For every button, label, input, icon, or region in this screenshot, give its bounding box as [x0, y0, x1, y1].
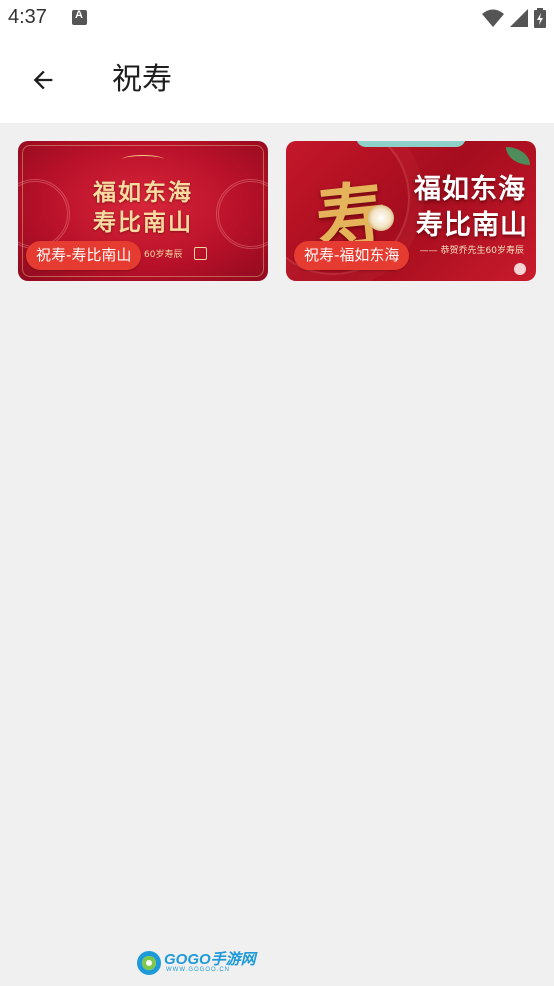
app-bar: 祝寿: [0, 38, 554, 123]
pine-leaf-icon: [506, 147, 530, 165]
text-a-icon: [72, 9, 87, 25]
watermark-url: WWW.GOGOO.CN: [166, 967, 230, 973]
template-label: 祝寿-福如东海: [294, 241, 410, 270]
arrow-left-icon: [33, 70, 53, 90]
template-label: 祝寿-寿比南山: [26, 241, 142, 270]
gogo-logo-icon: [137, 951, 161, 975]
template-card-shoubinanshan[interactable]: 福如东海 寿比南山 60岁寿辰 祝寿-寿比南山: [18, 141, 268, 281]
template-card-furudonghai[interactable]: 寿 福如东海 寿比南山 —— 恭贺乔先生60岁寿辰 祝寿-福如东海: [286, 141, 536, 281]
status-time: 4:37: [8, 6, 47, 28]
banner-caption: 60岁寿辰: [144, 250, 183, 260]
site-watermark: GOGO手游网 WWW.GOGOO.CN: [137, 950, 256, 976]
banner-line-1: 福如东海: [414, 174, 526, 205]
wifi-icon: [482, 9, 504, 27]
seal-icon: [194, 247, 207, 260]
status-icons: [476, 8, 546, 28]
cloud-ornament-icon: [122, 155, 164, 164]
banner-line-1: 福如东海: [93, 179, 193, 206]
watermark-brand: GOGO手游网: [164, 951, 256, 968]
cloud-ornament-icon: [356, 141, 466, 147]
ornament-dot: [514, 263, 526, 275]
banner-line-2: 寿比南山: [416, 210, 528, 241]
back-button[interactable]: [22, 59, 64, 101]
banner-line-2: 寿比南山: [93, 209, 193, 236]
cell-signal-icon: [510, 9, 528, 27]
banner-caption: —— 恭贺乔先生60岁寿辰: [419, 246, 524, 256]
battery-charging-icon: [534, 8, 546, 28]
status-bar: 4:37: [0, 0, 554, 38]
page-title: 祝寿: [112, 62, 172, 97]
